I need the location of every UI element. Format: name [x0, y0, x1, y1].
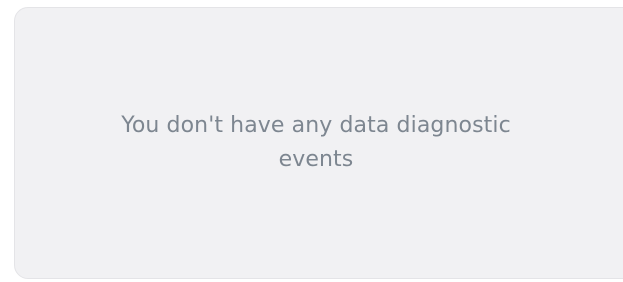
- empty-state-panel: You don't have any data diagnostic event…: [14, 7, 623, 279]
- empty-state-message: You don't have any data diagnostic event…: [121, 112, 511, 172]
